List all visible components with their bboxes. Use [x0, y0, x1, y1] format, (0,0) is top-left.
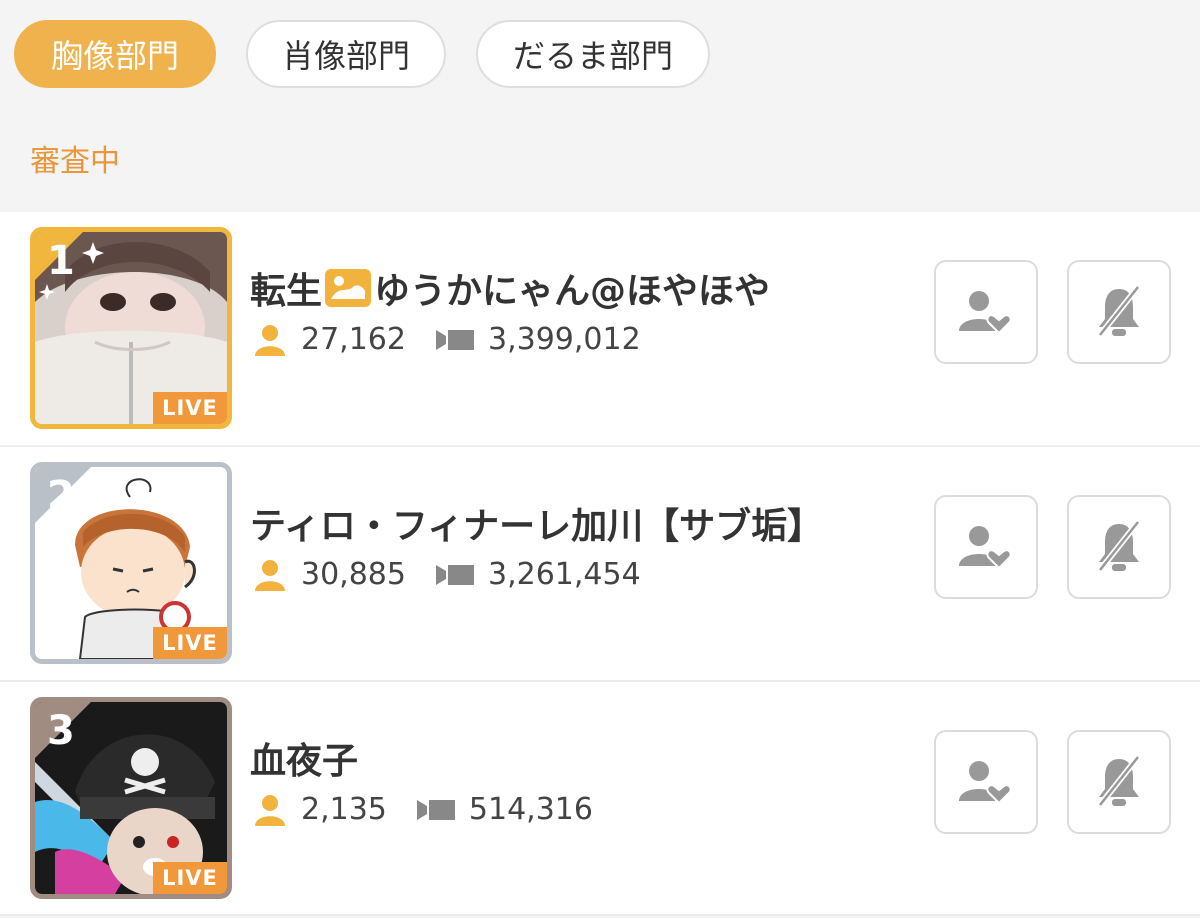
rank-number: 3: [47, 708, 75, 754]
notify-button[interactable]: [1067, 495, 1171, 599]
status-label: 審査中: [30, 144, 120, 179]
streamer-name[interactable]: 血夜子: [250, 732, 358, 784]
views-stat: 3,399,012: [435, 322, 641, 357]
person-icon: [255, 794, 285, 826]
live-badge: LIVE: [153, 627, 227, 659]
follow-button[interactable]: [934, 260, 1038, 364]
ranking-row[interactable]: 1 LIVE 転生 ゆうかにゃん@ほやほや 27,162 3,399,012: [0, 212, 1200, 447]
follow-heart-icon: [959, 291, 1012, 335]
followers-count: 30,885: [301, 557, 406, 592]
views-stat: 3,261,454: [435, 557, 641, 592]
followers-count: 2,135: [301, 792, 387, 827]
streamer-name-prefix: 転生: [250, 271, 323, 312]
picture-emoji-icon: [325, 269, 372, 307]
views-stat: 514,316: [416, 792, 593, 827]
follow-heart-icon: [959, 526, 1012, 570]
live-badge: LIVE: [153, 862, 227, 894]
followers-stat: 27,162: [253, 322, 406, 357]
ranking-list: 1 LIVE 転生 ゆうかにゃん@ほやほや 27,162 3,399,012 2…: [0, 212, 1200, 916]
notify-button[interactable]: [1067, 260, 1171, 364]
stats: 30,885 3,261,454: [253, 557, 641, 592]
category-tabs: 胸像部門 肖像部門 だるま部門: [14, 20, 710, 88]
video-camera-icon: [416, 799, 455, 820]
follow-heart-icon: [959, 761, 1012, 805]
views-count: 3,261,454: [487, 557, 641, 592]
rank-number: 2: [47, 473, 75, 519]
avatar[interactable]: 1 LIVE: [30, 227, 232, 429]
video-camera-icon: [435, 564, 474, 585]
bell-off-icon: [1097, 285, 1141, 337]
tab-bust[interactable]: 胸像部門: [14, 20, 216, 88]
rank-number: 1: [47, 238, 75, 284]
followers-count: 27,162: [301, 322, 406, 357]
person-icon: [255, 324, 285, 356]
streamer-name[interactable]: 転生 ゆうかにゃん@ほやほや: [250, 262, 770, 314]
avatar[interactable]: 2 LIVE: [30, 462, 232, 664]
video-camera-icon: [435, 329, 474, 350]
header: 胸像部門 肖像部門 だるま部門 審査中: [0, 0, 1200, 212]
follow-button[interactable]: [934, 730, 1038, 834]
streamer-name-suffix: ゆうかにゃん@ほやほや: [374, 271, 771, 312]
live-badge: LIVE: [153, 392, 227, 424]
followers-stat: 2,135: [253, 792, 387, 827]
followers-stat: 30,885: [253, 557, 406, 592]
bell-off-icon: [1097, 520, 1141, 572]
ranking-row[interactable]: 3 LIVE 血夜子 2,135 514,316: [0, 682, 1200, 916]
stats: 2,135 514,316: [253, 792, 593, 827]
ranking-row[interactable]: 2 LIVE ティロ・フィナーレ加川【サブ垢】 30,885 3,261,454: [0, 447, 1200, 682]
avatar[interactable]: 3 LIVE: [30, 697, 232, 899]
streamer-name[interactable]: ティロ・フィナーレ加川【サブ垢】: [250, 497, 823, 549]
follow-button[interactable]: [934, 495, 1038, 599]
tab-daruma[interactable]: だるま部門: [476, 20, 710, 88]
notify-button[interactable]: [1067, 730, 1171, 834]
bell-off-icon: [1097, 755, 1141, 807]
stats: 27,162 3,399,012: [253, 322, 641, 357]
views-count: 514,316: [468, 792, 593, 827]
tab-portrait[interactable]: 肖像部門: [246, 20, 446, 88]
person-icon: [255, 559, 285, 591]
views-count: 3,399,012: [487, 322, 641, 357]
